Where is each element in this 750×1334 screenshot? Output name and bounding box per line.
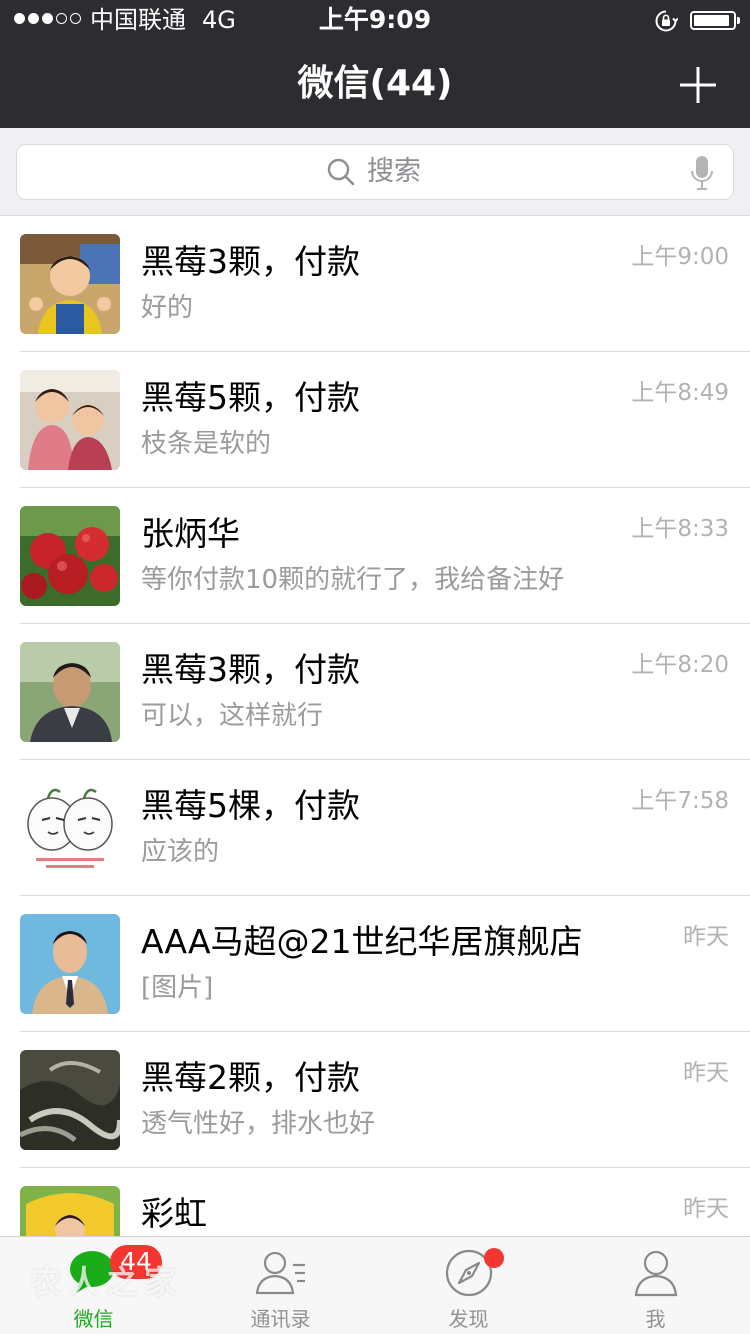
page-title: 微信(44) [297, 63, 453, 104]
chat-time: 上午8:33 [631, 516, 729, 542]
cartoon-sticker-icon [20, 778, 120, 878]
chat-name: 彩虹 [141, 1194, 207, 1233]
discover-notification-dot [484, 1248, 504, 1268]
chat-row[interactable]: 张炳华 等你付款10颗的就行了，我给备注好 上午8:33 [0, 488, 750, 624]
tab-contacts[interactable]: 通讯录 [187, 1237, 374, 1334]
chat-preview: 等你付款10颗的就行了，我给备注好 [141, 565, 565, 595]
search-input[interactable]: 搜索 [16, 144, 734, 200]
chat-time: 昨天 [683, 1196, 729, 1222]
avatar [20, 778, 120, 878]
header: 中国联通 4G 上午9:09 微信(44) [0, 0, 750, 128]
chat-list: 黑莓3颗，付款 好的 上午9:00 黑莓5颗，付款 枝条是软的 上午8:49 张… [0, 216, 750, 1304]
rotation-lock-icon [655, 10, 678, 32]
chat-row[interactable]: 黑莓3颗，付款 可以，这样就行 上午8:20 [0, 624, 750, 760]
chat-row[interactable]: 黑莓5颗，付款 枝条是软的 上午8:49 [0, 352, 750, 488]
dark-painting-icon [20, 1050, 120, 1150]
watermark: 农人之家 [30, 1263, 183, 1301]
chat-name: AAA马超@21世纪华居旗舰店 [141, 922, 583, 961]
mic-icon[interactable] [689, 155, 715, 191]
contacts-icon [255, 1251, 305, 1295]
chat-time: 上午8:49 [631, 380, 729, 406]
chat-time: 昨天 [683, 924, 729, 950]
chat-time: 昨天 [683, 1060, 729, 1086]
tab-label: 通讯录 [250, 1307, 311, 1331]
search-icon [327, 158, 355, 186]
avatar [20, 234, 120, 334]
search-area: 搜索 [0, 128, 750, 216]
chat-preview: [图片] [141, 973, 214, 1003]
wechat-screen: 中国联通 4G 上午9:09 微信(44) 搜索 黑莓3颗，付款 好的 上午9:… [0, 0, 750, 1334]
status-bar: 中国联通 4G 上午9:09 [0, 0, 750, 40]
chat-name: 黑莓2颗，付款 [141, 1058, 360, 1097]
chat-row[interactable]: AAA马超@21世纪华居旗舰店 [图片] 昨天 [0, 896, 750, 1032]
child-photo-icon [20, 234, 120, 334]
avatar [20, 642, 120, 742]
chat-preview: 枝条是软的 [141, 429, 272, 459]
chat-row[interactable]: 黑莓3颗，付款 好的 上午9:00 [0, 216, 750, 352]
chat-row[interactable]: 黑莓2颗，付款 透气性好，排水也好 昨天 [0, 1032, 750, 1168]
chat-time: 上午7:58 [631, 788, 729, 814]
avatar [20, 506, 120, 606]
man-photo-icon [20, 642, 120, 742]
chat-time: 上午9:00 [631, 244, 729, 270]
chat-name: 黑莓3颗，付款 [141, 650, 360, 689]
status-time: 上午9:09 [318, 5, 432, 34]
chat-preview: 好的 [141, 293, 194, 323]
avatar [20, 370, 120, 470]
tab-label: 发现 [448, 1307, 489, 1331]
chat-name: 张炳华 [141, 514, 240, 553]
tab-me[interactable]: 我 [562, 1237, 749, 1334]
avatar [20, 914, 120, 1014]
tab-label: 我 [645, 1307, 666, 1331]
two-children-photo-icon [20, 370, 120, 470]
tab-discover[interactable]: 发现 [375, 1237, 562, 1334]
avatar [20, 1050, 120, 1150]
search-placeholder: 搜索 [367, 156, 421, 187]
chat-preview: 可以，这样就行 [141, 701, 324, 731]
chat-time: 上午8:20 [631, 652, 729, 678]
chat-name: 黑莓3颗，付款 [141, 242, 360, 281]
chat-preview: 应该的 [141, 837, 220, 867]
chat-name: 黑莓5棵，付款 [141, 786, 360, 825]
plus-icon[interactable] [680, 67, 716, 103]
chat-row[interactable]: 黑莓5棵，付款 应该的 上午7:58 [0, 760, 750, 896]
battery-level [694, 15, 729, 26]
man-in-suit-photo-icon [20, 914, 120, 1014]
chat-name: 黑莓5颗，付款 [141, 378, 360, 417]
person-icon [634, 1250, 677, 1297]
battery-icon [690, 11, 740, 30]
tab-label: 微信 [73, 1307, 114, 1331]
red-apples-photo-icon [20, 506, 120, 606]
chat-preview: 透气性好，排水也好 [141, 1109, 376, 1139]
